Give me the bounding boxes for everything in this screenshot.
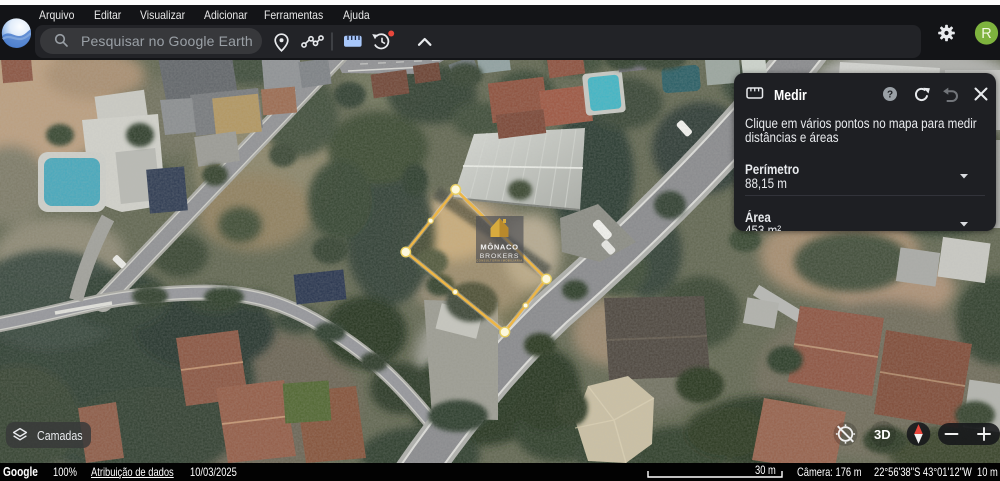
svg-text:MÔNACO: MÔNACO: [480, 243, 518, 252]
svg-text:?: ?: [887, 90, 893, 101]
svg-text:CONSULTORIA IMOBILIARIA: CONSULTORIA IMOBILIARIA: [476, 259, 522, 263]
svg-text:R: R: [981, 26, 991, 42]
